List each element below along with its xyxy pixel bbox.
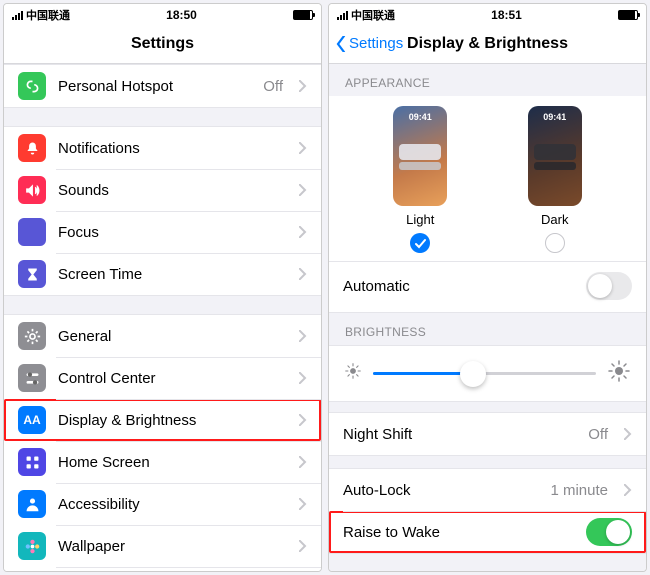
light-radio-selected[interactable]	[410, 233, 430, 253]
gear-icon	[18, 322, 46, 350]
night-shift-label: Night Shift	[343, 426, 576, 443]
phone-right-display-brightness: 中国联通 18:51 Settings Display & Brightness…	[328, 3, 647, 572]
settings-row-personal-hotspot[interactable]: Personal Hotspot Off	[4, 65, 321, 107]
status-bar: 中国联通 18:50	[4, 4, 321, 24]
status-time: 18:50	[166, 8, 197, 22]
AA-icon: AA	[18, 406, 46, 434]
auto-lock-row[interactable]: Auto-Lock 1 minute	[329, 469, 646, 511]
auto-lock-label: Auto-Lock	[343, 482, 538, 499]
dark-radio-unselected[interactable]	[545, 233, 565, 253]
sliders-icon	[18, 364, 46, 392]
settings-row-notifications[interactable]: Notifications	[4, 127, 321, 169]
nav-bar: Settings Display & Brightness	[329, 24, 646, 64]
page-title: Settings	[131, 35, 194, 53]
settings-row-display-brightness[interactable]: AA Display & Brightness	[4, 399, 321, 441]
appearance-block: 09:41 Light 09:41 Dark Automatic	[329, 96, 646, 313]
auto-lock-value: 1 minute	[550, 482, 608, 499]
night-shift-value: Off	[588, 426, 608, 443]
signal-icon	[12, 11, 23, 20]
back-label: Settings	[349, 35, 403, 52]
raise-to-wake-toggle[interactable]	[586, 518, 632, 546]
settings-row-sounds[interactable]: Sounds	[4, 169, 321, 211]
battery-icon	[293, 10, 313, 20]
battery-icon	[618, 10, 638, 20]
brightness-slider-row	[329, 345, 646, 402]
grid-icon	[18, 448, 46, 476]
link-icon	[18, 72, 46, 100]
appearance-header: APPEARANCE	[329, 64, 646, 96]
brightness-high-icon	[608, 360, 630, 387]
signal-icon	[337, 11, 348, 20]
person-icon	[18, 490, 46, 518]
row-label: Accessibility	[58, 496, 287, 513]
row-label: General	[58, 328, 287, 345]
chevron-right-icon	[299, 414, 307, 426]
automatic-toggle[interactable]	[586, 272, 632, 300]
brightness-header: BRIGHTNESS	[329, 313, 646, 345]
chevron-right-icon	[624, 484, 632, 496]
chevron-right-icon	[299, 330, 307, 342]
raise-to-wake-row[interactable]: Raise to Wake	[329, 511, 646, 553]
brightness-slider[interactable]	[373, 372, 596, 375]
dark-theme-thumbnail: 09:41	[528, 106, 582, 206]
settings-row-accessibility[interactable]: Accessibility	[4, 483, 321, 525]
phone-left-settings: 中国联通 18:50 Settings Personal Hotspot Off N…	[3, 3, 322, 572]
settings-row-general[interactable]: General	[4, 315, 321, 357]
row-label: Wallpaper	[58, 538, 287, 555]
display-brightness-content[interactable]: APPEARANCE 09:41 Light 09:41 Dark	[329, 64, 646, 571]
chevron-right-icon	[299, 184, 307, 196]
chevron-right-icon	[299, 226, 307, 238]
moon-icon	[18, 218, 46, 246]
bell-icon	[18, 134, 46, 162]
row-label: Personal Hotspot	[58, 78, 251, 95]
night-shift-row[interactable]: Night Shift Off	[329, 413, 646, 455]
automatic-label: Automatic	[343, 278, 586, 295]
chevron-right-icon	[299, 142, 307, 154]
row-value: Off	[263, 78, 283, 95]
brightness-low-icon	[345, 363, 361, 384]
row-label: Focus	[58, 224, 287, 241]
appearance-mode-light[interactable]: 09:41 Light	[393, 106, 447, 253]
raise-to-wake-label: Raise to Wake	[343, 524, 574, 541]
chevron-right-icon	[299, 80, 307, 92]
chevron-right-icon	[299, 498, 307, 510]
light-theme-thumbnail: 09:41	[393, 106, 447, 206]
status-time: 18:51	[491, 8, 522, 22]
row-label: Display & Brightness	[58, 412, 287, 429]
speaker-icon	[18, 176, 46, 204]
nav-bar: Settings	[4, 24, 321, 64]
flower-icon	[18, 532, 46, 560]
hourglass-icon	[18, 260, 46, 288]
dark-label: Dark	[541, 212, 568, 227]
light-label: Light	[406, 212, 434, 227]
carrier-label: 中国联通	[26, 7, 70, 23]
row-label: Home Screen	[58, 454, 287, 471]
row-label: Screen Time	[58, 266, 287, 283]
row-label: Control Center	[58, 370, 287, 387]
appearance-mode-dark[interactable]: 09:41 Dark	[528, 106, 582, 253]
status-bar: 中国联通 18:51	[329, 4, 646, 24]
chevron-right-icon	[624, 428, 632, 440]
settings-row-siri-search[interactable]: Siri & Search	[4, 567, 321, 571]
row-label: Sounds	[58, 182, 287, 199]
carrier-label: 中国联通	[351, 7, 395, 23]
settings-row-wallpaper[interactable]: Wallpaper	[4, 525, 321, 567]
chevron-right-icon	[299, 456, 307, 468]
settings-list[interactable]: Personal Hotspot Off Notifications Sounds Fo…	[4, 64, 321, 571]
chevron-right-icon	[299, 268, 307, 280]
settings-row-control-center[interactable]: Control Center	[4, 357, 321, 399]
settings-row-home-screen[interactable]: Home Screen	[4, 441, 321, 483]
back-button[interactable]: Settings	[335, 35, 403, 52]
settings-row-screen-time[interactable]: Screen Time	[4, 253, 321, 295]
row-label: Notifications	[58, 140, 287, 157]
page-title: Display & Brightness	[407, 35, 568, 53]
chevron-right-icon	[299, 540, 307, 552]
settings-row-focus[interactable]: Focus	[4, 211, 321, 253]
chevron-right-icon	[299, 372, 307, 384]
